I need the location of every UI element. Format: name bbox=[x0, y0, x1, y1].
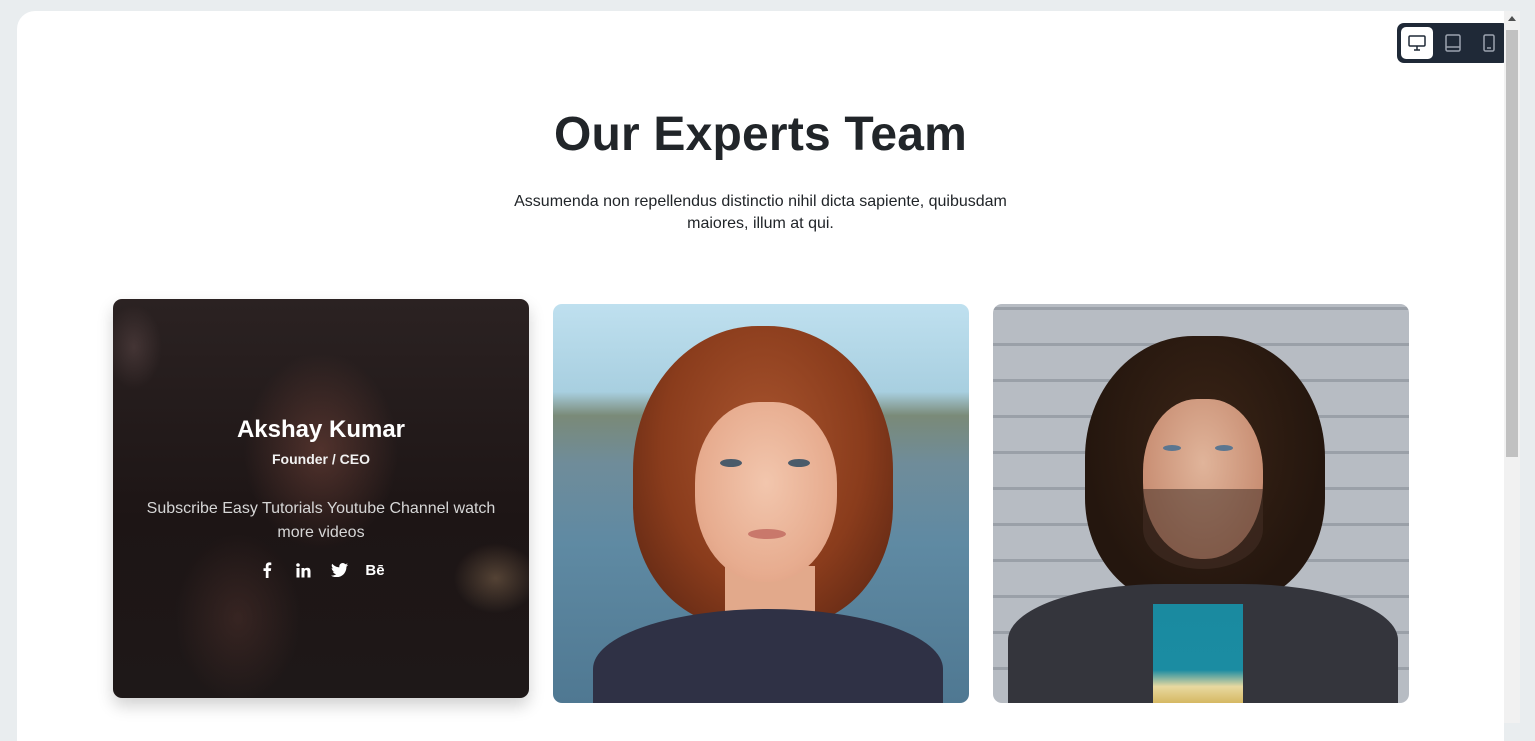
scroll-up-icon[interactable] bbox=[1508, 16, 1516, 21]
vertical-scrollbar[interactable] bbox=[1504, 11, 1520, 723]
mobile-icon bbox=[1483, 34, 1495, 52]
team-card-photo-man[interactable] bbox=[993, 304, 1409, 703]
device-switcher bbox=[1397, 23, 1509, 63]
desktop-view-button[interactable] bbox=[1401, 27, 1433, 59]
twitter-icon[interactable] bbox=[328, 559, 350, 581]
mobile-view-button[interactable] bbox=[1473, 27, 1505, 59]
section-subtitle: Assumenda non repellendus distinctio nih… bbox=[514, 193, 1007, 232]
tablet-icon bbox=[1445, 34, 1461, 52]
linkedin-icon[interactable] bbox=[292, 559, 314, 581]
member-description: Subscribe Easy Tutorials Youtube Channel… bbox=[146, 500, 496, 541]
team-card-akshay[interactable]: Akshay Kumar Founder / CEO Subscribe Eas… bbox=[113, 299, 529, 698]
tablet-view-button[interactable] bbox=[1437, 27, 1469, 59]
facebook-icon[interactable] bbox=[256, 559, 278, 581]
desktop-icon bbox=[1408, 35, 1426, 51]
section-title: Our Experts Team bbox=[553, 108, 968, 161]
social-links: Bē bbox=[113, 559, 529, 581]
scrollbar-thumb[interactable] bbox=[1506, 30, 1518, 457]
member-role: Founder / CEO bbox=[272, 451, 370, 467]
page-frame: Our Experts Team Assumenda non repellend… bbox=[17, 11, 1504, 741]
behance-icon[interactable]: Bē bbox=[364, 559, 386, 581]
member-name: Akshay Kumar bbox=[236, 416, 406, 443]
team-card-photo-woman[interactable] bbox=[553, 304, 969, 703]
